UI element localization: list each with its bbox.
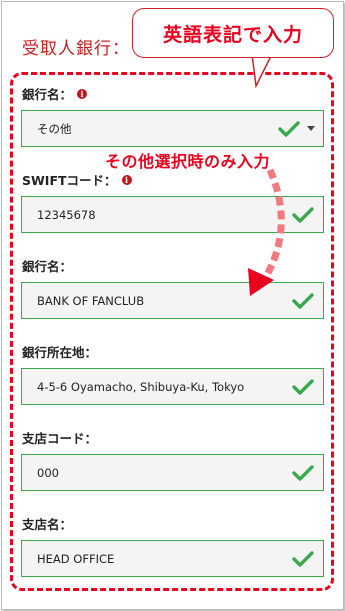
callout-english-notation: 英語表記で入力 bbox=[132, 8, 334, 58]
field-label-text: SWIFTコード： bbox=[22, 173, 117, 188]
info-icon[interactable]: i bbox=[121, 174, 132, 185]
chevron-down-icon[interactable] bbox=[307, 126, 315, 131]
branch-name-label: 支店名： bbox=[22, 514, 72, 533]
bank-name-select[interactable]: その他 bbox=[21, 110, 324, 147]
swift-code-label: SWIFTコード： i bbox=[22, 170, 132, 189]
dashed-arrow-icon bbox=[248, 168, 285, 296]
field-value: 4-5-6 Oyamacho, Shibuya-Ku, Tokyo bbox=[37, 379, 245, 394]
field-label-text: 銀行名： bbox=[22, 259, 73, 274]
bank-name-select-label: 銀行名： i bbox=[22, 84, 88, 103]
bank-name-input-label: 銀行名： bbox=[22, 256, 72, 275]
check-icon bbox=[292, 378, 314, 395]
branch-code-label: 支店コード： bbox=[22, 428, 97, 447]
check-icon bbox=[278, 120, 300, 137]
branch-code-input[interactable]: 000 bbox=[21, 454, 324, 491]
field-label-text: 支店名： bbox=[22, 517, 73, 532]
field-label-text: 支店コード： bbox=[22, 431, 98, 446]
callout-tail bbox=[251, 54, 273, 88]
branch-name-input[interactable]: HEAD OFFICE bbox=[21, 540, 324, 577]
field-value: その他 bbox=[37, 121, 72, 136]
check-icon bbox=[292, 550, 314, 567]
field-value: 000 bbox=[37, 465, 59, 480]
bank-address-input[interactable]: 4-5-6 Oyamacho, Shibuya-Ku, Tokyo bbox=[21, 368, 324, 405]
check-icon bbox=[292, 464, 314, 481]
field-label-text: 銀行所在地： bbox=[22, 345, 98, 360]
section-title: 受取人銀行： bbox=[22, 39, 130, 59]
info-icon[interactable]: i bbox=[77, 88, 88, 99]
bank-address-label: 銀行所在地： bbox=[22, 342, 97, 361]
field-label-text: 銀行名： bbox=[22, 87, 73, 102]
field-value: HEAD OFFICE bbox=[37, 551, 115, 566]
